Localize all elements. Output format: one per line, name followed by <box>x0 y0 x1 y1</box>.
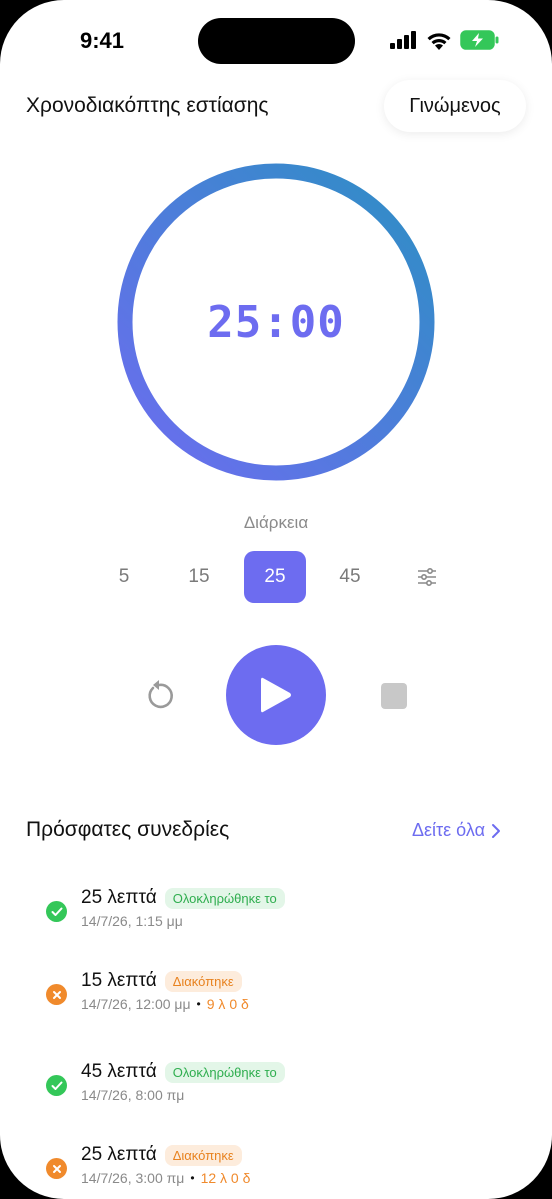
battery-charging-icon <box>460 30 499 50</box>
duration-label: Διάρκεια <box>243 513 309 532</box>
play-button[interactable] <box>226 645 326 745</box>
play-icon <box>261 677 291 713</box>
status-badge: Διακόπηκε <box>164 1144 242 1166</box>
session-remaining: 9 λ 0 δ <box>206 996 249 1012</box>
session-remaining: 12 λ 0 δ <box>200 1170 251 1186</box>
preset-15[interactable]: 15 <box>168 551 230 603</box>
mode-button[interactable]: Γινώμενος <box>384 80 526 132</box>
session-duration: 25 λεπτά <box>81 887 157 908</box>
session-item[interactable]: 45 λεπτά Ολοκληρώθηκε το 14/7/26, 8:00 π… <box>46 1061 526 1111</box>
wifi-icon <box>427 32 451 50</box>
preset-25[interactable]: 25 <box>244 551 306 603</box>
check-circle-icon <box>46 901 67 922</box>
chevron-right-icon <box>491 823 500 838</box>
phone-screen: 9:41 Χρονοδιακόπτης εστίασης Γινώμενος 2… <box>0 0 552 1199</box>
status-badge: Ολοκληρώθηκε το <box>164 1061 285 1083</box>
session-date: 14/7/26, 8:00 πμ <box>81 1087 185 1103</box>
check-circle-icon <box>46 1075 67 1096</box>
duration-presets: 5 15 25 45 <box>0 551 552 603</box>
session-duration: 25 λεπτά <box>81 1144 157 1165</box>
session-item[interactable]: 25 λεπτά Ολοκληρώθηκε το 14/7/26, 1:15 μ… <box>46 887 526 937</box>
x-circle-icon <box>46 1158 67 1179</box>
session-date: 14/7/26, 12:00 μμ <box>81 996 191 1012</box>
preset-45[interactable]: 45 <box>319 551 381 603</box>
sliders-icon[interactable] <box>407 551 447 603</box>
see-all-label: Δείτε όλα <box>412 820 485 840</box>
stop-icon[interactable] <box>381 683 407 709</box>
session-date: 14/7/26, 3:00 πμ <box>81 1170 185 1186</box>
separator-dot: • <box>196 997 201 1011</box>
reset-icon[interactable] <box>140 676 178 714</box>
preset-5[interactable]: 5 <box>93 551 155 603</box>
status-icons <box>390 30 500 50</box>
recent-sessions-title: Πρόσφατες συνεδρίες <box>26 818 230 841</box>
status-badge: Ολοκληρώθηκε το <box>164 887 285 909</box>
session-date: 14/7/26, 1:15 μμ <box>81 913 183 929</box>
session-duration: 15 λεπτά <box>81 970 157 991</box>
session-item[interactable]: 25 λεπτά Διακόπηκε 14/7/26, 3:00 πμ • 12… <box>46 1144 526 1194</box>
session-duration: 45 λεπτά <box>81 1061 157 1082</box>
timer-ring: 25:00 <box>117 163 435 481</box>
signal-icon <box>390 31 416 49</box>
x-circle-icon <box>46 984 67 1005</box>
page-title: Χρονοδιακόπτης εστίασης <box>26 94 269 117</box>
separator-dot: • <box>190 1171 195 1185</box>
dynamic-island <box>198 18 355 64</box>
timer-display: 25:00 <box>207 296 345 348</box>
status-badge: Διακόπηκε <box>164 970 242 992</box>
session-item[interactable]: 15 λεπτά Διακόπηκε 14/7/26, 12:00 μμ • 9… <box>46 970 526 1020</box>
see-all-link[interactable]: Δείτε όλα <box>412 820 501 841</box>
status-time: 9:41 <box>80 28 125 53</box>
